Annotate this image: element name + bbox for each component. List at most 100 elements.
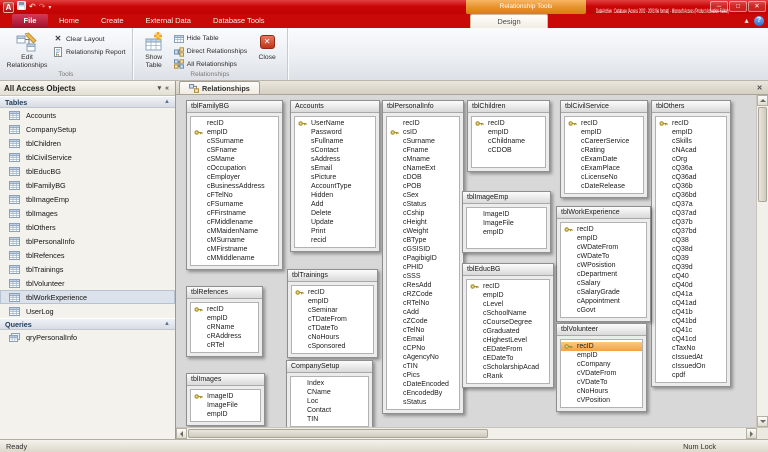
field-semail[interactable]: sEmail xyxy=(295,164,375,173)
relationship-table-tbltrainings[interactable]: tblTrainingsrecIDempIDcSeminarcTDateFrom… xyxy=(287,269,378,358)
field-saddress[interactable]: sAddress xyxy=(295,155,375,164)
field-clevel[interactable]: cLevel xyxy=(467,300,549,309)
field-index[interactable]: Index xyxy=(291,379,368,388)
table-title-bar[interactable]: tblCivilService xyxy=(561,101,647,113)
scroll-left-button[interactable] xyxy=(176,428,187,439)
field-imagefile[interactable]: ImageFile xyxy=(467,219,546,228)
field-cq37a[interactable]: cQ37a xyxy=(656,200,726,209)
field-cq41b[interactable]: cQ41b xyxy=(656,308,726,317)
nav-item-tblworkexperience[interactable]: tblWorkExperience xyxy=(0,290,175,304)
relationship-table-tblchildren[interactable]: tblChildrenrecIDempIDcChildnamecCDOB xyxy=(467,100,550,172)
horizontal-scroll-thumb[interactable] xyxy=(188,429,488,438)
nav-item-tblfamilybg[interactable]: tblFamilyBG xyxy=(0,178,175,192)
close-button[interactable]: ✕ xyxy=(748,1,766,12)
field-cvdateto[interactable]: cVDateTo xyxy=(561,378,642,387)
section-collapse-icon[interactable]: ▲ xyxy=(164,99,170,105)
section-collapse-icon[interactable]: ▲ xyxy=(164,321,170,327)
relationship-table-tblpersonalinfo[interactable]: tblPersonalInforecIDcsIDcSurnamecFnamecM… xyxy=(382,100,464,414)
field-ccareerservice[interactable]: cCareerService xyxy=(565,137,643,146)
field-chighestlevel[interactable]: cHighestLevel xyxy=(467,336,549,345)
field-cwdateto[interactable]: cWDateTo xyxy=(561,252,646,261)
field-cq37bd[interactable]: cQ37bd xyxy=(656,227,726,236)
field-cq41cd[interactable]: cQ41cd xyxy=(656,335,726,344)
relationship-table-tbleducbg[interactable]: tblEducBGrecIDempIDcLevelcSchoolNamecCou… xyxy=(462,263,554,388)
field-cmmaidenname[interactable]: cMMaidenName xyxy=(191,227,278,236)
tab-create[interactable]: Create xyxy=(90,14,135,28)
table-title-bar[interactable]: tblTrainings xyxy=(288,270,377,282)
vertical-scroll-thumb[interactable] xyxy=(758,107,767,202)
field-empid[interactable]: empID xyxy=(561,234,646,243)
field-cftelno[interactable]: cFTelNo xyxy=(191,191,278,200)
field-cwposistion[interactable]: cWPosistion xyxy=(561,261,646,270)
table-title-bar[interactable]: tblPersonalInfo xyxy=(383,101,463,113)
scroll-down-button[interactable] xyxy=(757,416,768,427)
field-delete[interactable]: Delete xyxy=(295,209,375,218)
navpane-menu-icon[interactable]: ▾ xyxy=(156,84,164,92)
scroll-up-button[interactable] xyxy=(757,95,768,106)
field-cheight[interactable]: cHeight xyxy=(387,218,459,227)
qat-customize-dropdown[interactable]: ▾ xyxy=(48,4,51,11)
field-print[interactable]: Print xyxy=(295,227,375,236)
field-cissuedat[interactable]: cIssuedAt xyxy=(656,353,726,362)
minimize-button[interactable]: ─ xyxy=(710,1,728,12)
field-craddress[interactable]: cRAddress xyxy=(191,332,258,341)
minimize-ribbon-icon[interactable]: ▲ xyxy=(743,18,750,25)
field-cq39[interactable]: cQ39 xyxy=(656,254,726,263)
field-ccpno[interactable]: cCPNo xyxy=(387,344,459,353)
field-ctelno[interactable]: cTelNo xyxy=(387,326,459,335)
table-title-bar[interactable]: tblEducBG xyxy=(463,264,553,276)
edit-relationships-button[interactable]: Edit Relationships xyxy=(4,30,50,70)
field-cq41bd[interactable]: cQ41bd xyxy=(656,317,726,326)
horizontal-scrollbar[interactable] xyxy=(176,427,768,439)
table-title-bar[interactable]: tblRefences xyxy=(187,287,262,299)
table-title-bar[interactable]: tblChildren xyxy=(468,101,549,113)
field-spicture[interactable]: sPicture xyxy=(295,173,375,182)
field-add[interactable]: Add xyxy=(295,200,375,209)
field-recid[interactable]: recID xyxy=(467,282,549,291)
tab-design[interactable]: Design xyxy=(470,14,548,28)
vertical-scrollbar[interactable] xyxy=(756,95,768,427)
nav-item-accounts[interactable]: Accounts xyxy=(0,108,175,122)
field-cq36ad[interactable]: cQ36ad xyxy=(656,173,726,182)
field-cemployer[interactable]: cEmployer xyxy=(191,173,278,182)
access-logo-icon[interactable]: A xyxy=(3,2,14,13)
field-sstatus[interactable]: sStatus xyxy=(387,398,459,407)
field-password[interactable]: Password xyxy=(295,128,375,137)
field-csex[interactable]: cSex xyxy=(387,191,459,200)
field-cexamdate[interactable]: cExamDate xyxy=(565,155,643,164)
field-imagefile[interactable]: ImageFile xyxy=(191,401,260,410)
field-cstatus[interactable]: cStatus xyxy=(387,200,459,209)
table-title-bar[interactable]: Accounts xyxy=(291,101,379,113)
relationship-table-tblothers[interactable]: tblOthersrecIDempIDcSkillscNAcadcOrgcQ36… xyxy=(651,100,731,387)
field-cschoolname[interactable]: cSchoolName xyxy=(467,309,549,318)
navpane-header[interactable]: All Access Objects ▾ « xyxy=(0,81,175,96)
field-cpics[interactable]: cPics xyxy=(387,371,459,380)
field-cbusinessaddress[interactable]: cBusinessAddress xyxy=(191,182,278,191)
field-empid[interactable]: empID xyxy=(561,351,642,360)
contextual-tool-tab[interactable]: Relationship Tools xyxy=(466,0,586,14)
field-recid[interactable]: recID xyxy=(656,119,726,128)
field-crzcode[interactable]: cRZCode xyxy=(387,290,459,299)
field-update[interactable]: Update xyxy=(295,218,375,227)
field-empid[interactable]: empID xyxy=(191,314,258,323)
field-cscholarshipacad[interactable]: cScholarshipAcad xyxy=(467,363,549,372)
relationship-table-tblimages[interactable]: tblImagesImageIDImageFileempID xyxy=(186,373,265,426)
nav-section-header-tables[interactable]: Tables▲ xyxy=(0,96,175,108)
restore-button[interactable]: □ xyxy=(729,1,747,12)
tab-relationships[interactable]: Relationships xyxy=(179,81,260,94)
field-cq41ad[interactable]: cQ41ad xyxy=(656,299,726,308)
close-document-icon[interactable]: ✕ xyxy=(754,83,765,94)
field-hidden[interactable]: Hidden xyxy=(295,191,375,200)
field-ctaxno[interactable]: cTaxNo xyxy=(656,344,726,353)
field-cgraduated[interactable]: cGraduated xyxy=(467,327,549,336)
field-cchildname[interactable]: cChildname xyxy=(472,137,545,146)
nav-item-tblimages[interactable]: tblImages xyxy=(0,206,175,220)
field-ccdob[interactable]: cCDOB xyxy=(472,146,545,155)
field-csfname[interactable]: cSFname xyxy=(191,146,278,155)
scroll-right-button[interactable] xyxy=(746,428,757,439)
field-crank[interactable]: cRank xyxy=(467,372,549,381)
field-cq37ad[interactable]: cQ37ad xyxy=(656,209,726,218)
field-cskills[interactable]: cSkills xyxy=(656,137,726,146)
field-ctdateto[interactable]: cTDateTo xyxy=(292,324,373,333)
all-relationships-button[interactable]: All Relationships xyxy=(171,58,250,70)
